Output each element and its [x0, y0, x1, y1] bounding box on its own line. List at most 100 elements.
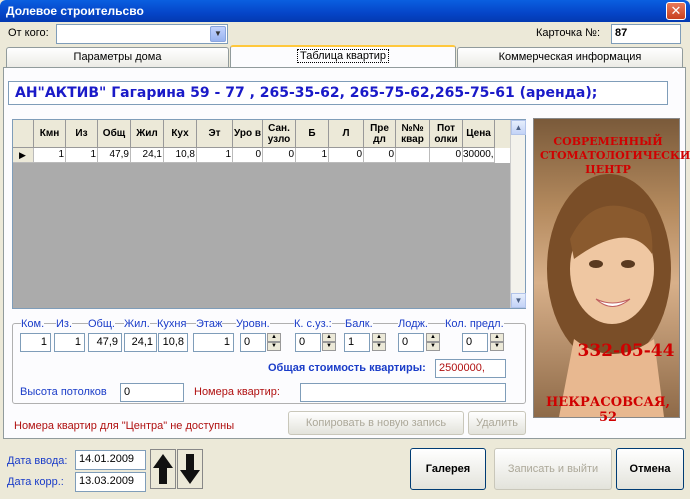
spin-up-icon[interactable]: ▲	[426, 333, 440, 342]
row-indicator-header	[13, 120, 34, 148]
koled-stepper[interactable]: ▲ ▼	[490, 333, 504, 352]
table-cell[interactable]: 1	[296, 148, 329, 163]
spin-down-icon[interactable]: ▼	[490, 342, 504, 351]
chevron-down-icon[interactable]: ▼	[210, 26, 226, 42]
spin-up-icon[interactable]: ▲	[267, 333, 281, 342]
arrow-down-button[interactable]	[177, 449, 203, 489]
ceiling-height-field[interactable]: 0	[120, 383, 184, 402]
col-header[interactable]: №№ квар	[396, 120, 430, 148]
col-header[interactable]: Л	[329, 120, 364, 148]
urovn-stepper[interactable]: ▲ ▼	[267, 333, 281, 352]
table-cell[interactable]: 47,9	[98, 148, 131, 163]
spin-up-icon[interactable]: ▲	[372, 333, 386, 342]
obsh-field[interactable]: 47,9	[88, 333, 122, 352]
window-title: Долевое строительсво	[6, 4, 144, 18]
col-header[interactable]: Общ	[98, 120, 131, 148]
col-header[interactable]: Пот олки	[430, 120, 463, 148]
scroll-up-icon[interactable]: ▲	[511, 120, 526, 135]
urovn-field[interactable]: 0	[240, 333, 266, 352]
arrow-up-icon	[153, 454, 173, 484]
table-cell[interactable]: 0	[329, 148, 364, 163]
save-and-exit-button[interactable]: Записать и выйти	[494, 448, 612, 490]
col-header[interactable]: Кух	[164, 120, 197, 148]
kuhnya-field[interactable]: 10,8	[158, 333, 188, 352]
date-modified-field[interactable]: 13.03.2009	[75, 472, 146, 492]
label-koled: Кол. предл.	[445, 318, 504, 330]
col-header[interactable]: Пре дл	[364, 120, 396, 148]
table-cell[interactable]	[396, 148, 430, 163]
col-header[interactable]: Кмн	[34, 120, 66, 148]
label-urovn: Уровн.	[236, 318, 270, 330]
tab-apartments-table[interactable]: Таблица квартир	[230, 45, 456, 68]
scroll-down-icon[interactable]: ▼	[511, 293, 526, 308]
card-number-field[interactable]: 87	[611, 24, 681, 44]
ad-phone: 332-05-44	[577, 341, 675, 361]
row-pointer-icon: ▶	[13, 148, 34, 163]
table-cell[interactable]: 0	[430, 148, 463, 163]
kom-field[interactable]: 1	[20, 333, 51, 352]
table-row[interactable]: ▶ 1 1 47,9 24,1 10,8 1 0 0 1 0 0 0 30000…	[13, 148, 525, 163]
label-zhil: Жил.	[124, 318, 150, 330]
ad-address: НЕКРАСОВСАЯ, 52	[546, 395, 670, 425]
gallery-button[interactable]: Галерея	[410, 448, 486, 490]
warning-message: Номера квартир для "Центра" не доступны	[14, 420, 235, 432]
tab-commercial-info[interactable]: Коммерческая информация	[457, 47, 683, 67]
col-header[interactable]: Из	[66, 120, 98, 148]
spin-up-icon[interactable]: ▲	[490, 333, 504, 342]
lodzh-field[interactable]: 0	[398, 333, 424, 352]
lodzh-stepper[interactable]: ▲ ▼	[426, 333, 440, 352]
label-kuhnya: Кухня	[157, 318, 187, 330]
table-cell[interactable]: 10,8	[164, 148, 197, 163]
apartment-numbers-field[interactable]	[300, 383, 506, 402]
total-cost-field[interactable]: 2500000,	[435, 359, 506, 378]
col-header[interactable]: Жил	[131, 120, 164, 148]
col-header[interactable]: Цена	[463, 120, 495, 148]
date-entry-field[interactable]: 14.01.2009	[75, 450, 146, 470]
table-cell[interactable]: 1	[66, 148, 98, 163]
ksuz-field[interactable]: 0	[295, 333, 321, 352]
table-cell[interactable]: 0	[263, 148, 296, 163]
copy-to-new-record-button[interactable]: Копировать в новую запись	[288, 411, 464, 435]
balk-field[interactable]: 1	[344, 333, 370, 352]
label-balk: Балк.	[345, 318, 373, 330]
delete-button[interactable]: Удалить	[468, 411, 526, 435]
spin-down-icon[interactable]: ▼	[322, 342, 336, 351]
close-window-button[interactable]: ✕	[666, 2, 686, 20]
label-obsh: Общ.	[88, 318, 115, 330]
agency-info-field[interactable]: АН"АКТИВ" Гагарина 59 - 77 , 265-35-62, …	[8, 81, 668, 105]
label-ksuz: К. с.уз.:	[294, 318, 332, 330]
col-header[interactable]: Сан. узло	[263, 120, 296, 148]
tab-house-params[interactable]: Параметры дома	[6, 47, 229, 67]
apartments-grid[interactable]: Кмн Из Общ Жил Кух Эт Уро в Сан. узло Б …	[12, 119, 526, 309]
spin-down-icon[interactable]: ▼	[372, 342, 386, 351]
from-combobox[interactable]	[56, 24, 228, 44]
cancel-button[interactable]: Отмена	[616, 448, 684, 490]
col-header[interactable]: Уро в	[233, 120, 263, 148]
table-cell[interactable]: 1	[197, 148, 233, 163]
total-cost-label: Общая стоимость квартиры:	[268, 362, 426, 374]
date-modified-label: Дата корр.:	[7, 476, 64, 488]
koled-field[interactable]: 0	[462, 333, 488, 352]
balk-stepper[interactable]: ▲ ▼	[372, 333, 386, 352]
grid-header: Кмн Из Общ Жил Кух Эт Уро в Сан. узло Б …	[13, 120, 525, 148]
ad-headline: СОВРЕМЕННЫЙ СТОМАТОЛОГИЧЕСКИЙ ЦЕНТР	[540, 135, 690, 176]
col-header[interactable]: Б	[296, 120, 329, 148]
spin-down-icon[interactable]: ▼	[426, 342, 440, 351]
iz-field[interactable]: 1	[54, 333, 85, 352]
spin-up-icon[interactable]: ▲	[322, 333, 336, 342]
col-header[interactable]: Эт	[197, 120, 233, 148]
grid-vertical-scrollbar[interactable]: ▲ ▼	[510, 120, 526, 308]
table-cell[interactable]: 30000,	[463, 148, 495, 163]
from-label: От кого:	[8, 27, 49, 39]
spin-down-icon[interactable]: ▼	[267, 342, 281, 351]
table-cell[interactable]: 24,1	[131, 148, 164, 163]
table-cell[interactable]: 0	[233, 148, 263, 163]
label-etazh: Этаж	[196, 318, 223, 330]
zhil-field[interactable]: 24,1	[124, 333, 157, 352]
arrow-up-button[interactable]	[150, 449, 176, 489]
table-cell[interactable]: 0	[364, 148, 396, 163]
etazh-field[interactable]: 1	[193, 333, 234, 352]
table-cell[interactable]: 1	[34, 148, 66, 163]
apartment-numbers-label: Номера квартир:	[194, 386, 280, 398]
ksuz-stepper[interactable]: ▲ ▼	[322, 333, 336, 352]
